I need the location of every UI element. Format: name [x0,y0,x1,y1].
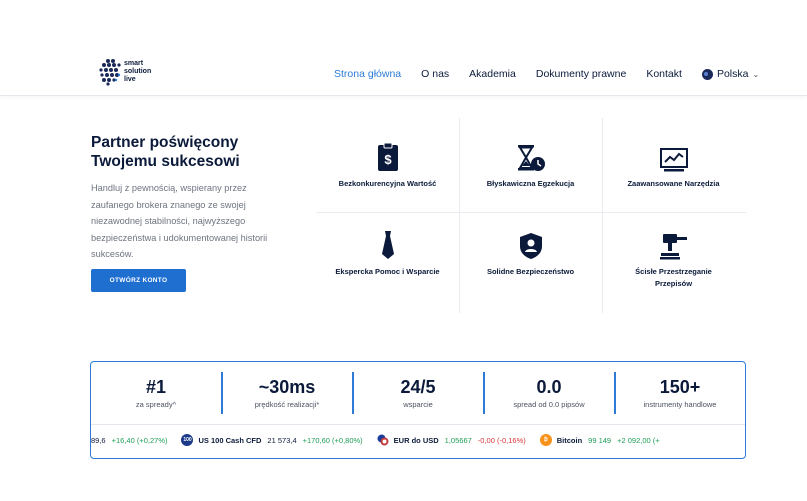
shield-user-icon [519,233,542,259]
ticker-change: +2 092,00 (+ [617,435,660,445]
grid-divider [316,212,746,213]
stat-value: 150+ [659,377,701,397]
necktie-icon [381,231,394,259]
ticker-item[interactable]: 100 US 100 Cash CFD 21 573,4 +170,60 (+0… [181,434,363,446]
stat-item: 24/5 wsparcie [353,376,483,409]
hourglass-clock-icon [517,145,545,171]
hero-title: Partner poświęcony Twojemu sukcesowi [91,133,291,171]
chevron-down-icon: ⌄ [752,69,760,79]
ticker-price: 99 149 [588,435,612,445]
feature-label: Błyskawiczna Egzekucja [486,179,575,188]
features-grid: $ Bezkonkurencyjna Wartość Błyskawiczna … [316,118,746,313]
feature-label: Ścisłe Przestrzeganie Przepisów [635,267,712,288]
site-header: smart solution live Strona główna O nas … [0,0,807,96]
stat-value: 0.0 [536,377,562,397]
nav-item-academy[interactable]: Akademia [469,68,516,80]
ticker-item[interactable]: EUR do USD 1,05667 -0,00 (-0,16%) [377,434,526,446]
stats-panel: #1 za spready^ ~30ms prędkość realizacji… [90,361,746,459]
stat-value: 24/5 [400,377,436,397]
globe-icon [701,68,713,80]
gavel-icon [659,234,687,260]
hero-title-line-1: Partner poświęcony [91,134,239,151]
stat-item: ~30ms prędkość realizacji* [222,376,352,409]
brand-line-1: smart [124,60,144,67]
feature-item: Zaawansowane Narzędzia [602,142,745,190]
stat-caption: za spready^ [135,400,177,409]
nav-item-home[interactable]: Strona główna [334,68,401,80]
ticker-name: US 100 Cash CFD [198,435,262,445]
ticker-name: Bitcoin [556,435,583,445]
ticker-name: EUR do USD [393,435,439,445]
hero-title-line-2: Twojemu sukcesowi [91,153,240,170]
brand-name: smart solution live [124,60,151,84]
feature-item: Błyskawiczna Egzekucja [459,142,602,190]
ticker-divider [91,424,745,425]
ticker-item[interactable]: ₿ Bitcoin 99 149 +2 092,00 (+ [539,434,660,446]
stat-value: #1 [145,377,167,397]
stat-caption: prędkość realizacji* [254,400,320,409]
open-account-button[interactable]: OTWÓRZ KONTO [91,269,186,292]
svg-text:$: $ [384,152,392,167]
nav-item-contact[interactable]: Kontakt [646,68,682,80]
ticker-price: 1,05667 [444,435,472,445]
ticker-price: 89,6 [91,435,106,445]
logo-dots-icon [99,59,121,86]
eur-usd-flag-icon [377,434,389,446]
nav-item-about[interactable]: O nas [421,68,449,80]
brand-line-3: live [124,76,136,83]
feature-item: Ekspercka Pomoc i Wsparcie [316,230,459,278]
nav-item-legal-documents[interactable]: Dokumenty prawne [536,68,626,80]
language-selector[interactable]: Polska ⌄ [701,68,779,80]
brand-logo[interactable]: smart solution live [98,55,151,89]
ticker-price: 21 573,4 [267,435,297,445]
ticker-change: +16,40 (+0,27%) [111,435,168,445]
feature-label: Solidne Bezpieczeństwo [486,267,575,276]
feature-item: $ Bezkonkurencyjna Wartość [316,142,459,190]
feature-label: Ekspercka Pomoc i Wsparcie [335,267,440,276]
ticker-change: -0,00 (-0,16%) [477,435,526,445]
feature-item: Ścisłe Przestrzeganie Przepisów [602,230,745,290]
hero-description: Handluj z pewnością, wspierany przez zau… [91,183,268,259]
feature-label: Bezkonkurencyjna Wartość [338,179,437,188]
feature-label: Zaawansowane Narzędzia [627,179,720,188]
stat-caption: wsparcie [403,400,433,409]
ticker-item[interactable]: 89,6 +16,40 (+0,27%) [91,436,167,445]
stat-item: 0.0 spread od 0.0 pipsów [484,376,614,409]
stat-value: ~30ms [258,377,316,397]
price-ticker: 89,6 +16,40 (+0,27%) 100 US 100 Cash CFD… [91,434,674,446]
chart-monitor-icon [659,148,688,172]
us100-icon: 100 [181,434,194,446]
stat-item: 150+ instrumenty handlowe [615,376,745,409]
stat-item: #1 za spready^ [91,376,221,409]
stat-caption: instrumenty handlowe [643,400,717,409]
stat-caption: spread od 0.0 pipsów [513,400,585,409]
brand-line-2: solution [124,68,152,75]
language-label: Polska [716,68,749,80]
dollar-clipboard-icon: $ [377,142,398,171]
main-nav: Strona główna O nas Akademia Dokumenty p… [334,68,779,80]
bitcoin-icon: ₿ [539,434,552,446]
feature-item: Solidne Bezpieczeństwo [459,230,602,278]
ticker-change: +170,60 (+0,80%) [302,435,363,445]
